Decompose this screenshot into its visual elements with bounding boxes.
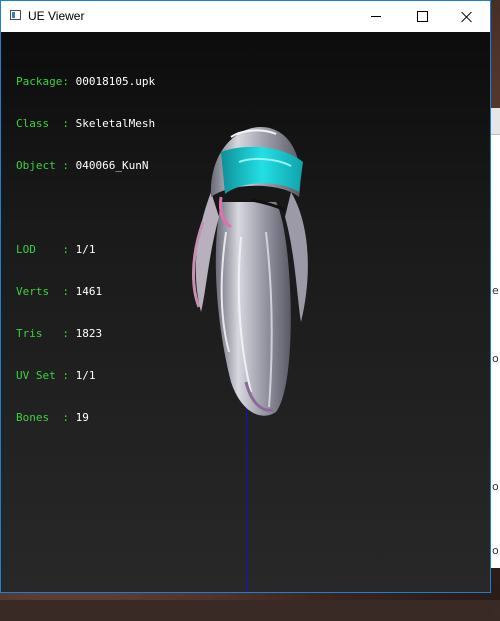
window-title: UE Viewer — [28, 9, 85, 23]
info-value: 19 — [75, 411, 89, 424]
info-row-verts: Verts : 1461 — [16, 285, 155, 299]
minimize-icon — [371, 16, 381, 17]
info-label: Class : — [16, 117, 76, 130]
info-label: Tris : — [16, 327, 76, 340]
info-label: LOD : — [16, 243, 76, 256]
info-value: 1461 — [75, 285, 103, 298]
info-label: Object : — [16, 159, 76, 172]
minimize-button[interactable] — [353, 1, 399, 32]
info-row-lod: LOD : 1/1 — [16, 243, 155, 257]
info-row-package: Package: 00018105.upk — [16, 75, 155, 89]
info-label: UV Set : — [16, 369, 76, 382]
title-bar[interactable]: UE Viewer — [1, 1, 490, 32]
maximize-icon — [416, 11, 428, 22]
info-value: 00018105.upk — [75, 75, 156, 88]
info-value: 040066_KunN — [75, 159, 149, 172]
hair-mesh-model[interactable] — [181, 122, 321, 432]
info-row-object: Object : 040066_KunN — [16, 159, 155, 173]
3d-viewport[interactable]: Package: 00018105.upk Class : SkeletalMe… — [1, 32, 490, 592]
info-value: 1/1 — [75, 243, 96, 256]
background-window-text: o — [492, 544, 499, 557]
info-value: 1/1 — [75, 369, 96, 382]
info-label: Bones : — [16, 411, 76, 424]
close-button[interactable] — [444, 1, 490, 32]
app-icon — [10, 10, 21, 20]
background-window-text: o — [492, 480, 499, 493]
info-spacer — [16, 201, 155, 215]
info-row-class: Class : SkeletalMesh — [16, 117, 155, 131]
info-row-uvset: UV Set : 1/1 — [16, 369, 155, 383]
info-value: 1823 — [75, 327, 103, 340]
info-label: Package: — [16, 75, 76, 88]
background-window-text: e — [492, 284, 499, 297]
info-label: Verts : — [16, 285, 76, 298]
info-value: SkeletalMesh — [75, 117, 156, 130]
info-row-tris: Tris : 1823 — [16, 327, 155, 341]
background-window-text: o — [492, 608, 499, 621]
mesh-info-overlay: Package: 00018105.upk Class : SkeletalMe… — [16, 47, 155, 453]
background-window-text: o — [492, 352, 499, 365]
maximize-button[interactable] — [399, 1, 445, 32]
ue-viewer-window: UE Viewer Package: 00018105.upk Class : … — [0, 0, 491, 593]
close-icon — [461, 11, 473, 23]
info-row-bones: Bones : 19 — [16, 411, 155, 425]
